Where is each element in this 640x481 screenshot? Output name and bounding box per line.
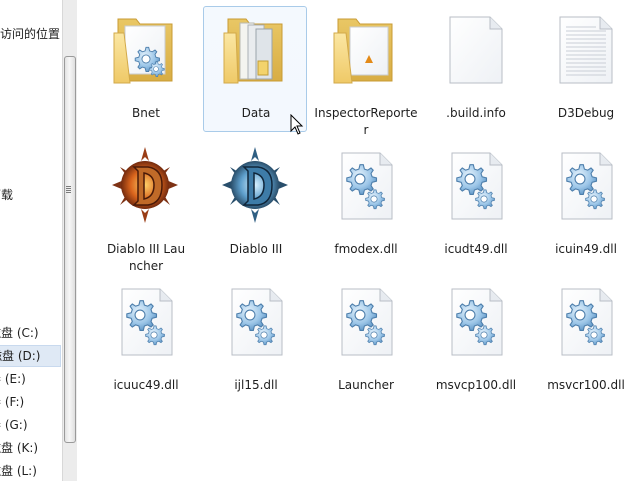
nav-item-label: 磁盘 (D:) (0, 349, 41, 363)
file-view: Bnet Data InspectorReporter .build.info (77, 0, 640, 481)
folder-icon (113, 18, 173, 84)
file-item[interactable]: icuuc49.dll (93, 278, 197, 404)
navigation-pane: 访问的位置 下载 磁盘 (C:) 磁盘 (D:) 卷 (E:) 卷 (F:) 卷… (0, 0, 62, 481)
mouse-pointer-icon (290, 114, 304, 135)
file-name: Diablo III Launcher (106, 242, 186, 273)
nav-item-recent-places[interactable]: 访问的位置 (0, 24, 60, 44)
nav-item-label: 磁盘 (K:) (0, 441, 39, 455)
dll-gear-icon (451, 152, 503, 220)
file-name: msvcr100.dll (547, 378, 625, 392)
nav-item-drive-d[interactable]: 磁盘 (D:) (0, 345, 61, 367)
nav-item-label: 卷 (F:) (0, 395, 25, 409)
file-name: icudt49.dll (444, 242, 508, 256)
file-name: icuuc49.dll (113, 378, 179, 392)
file-name: ijl15.dll (234, 378, 278, 392)
scrollbar-grip-icon (66, 186, 71, 193)
file-item[interactable]: ijl15.dll (203, 278, 307, 404)
nav-item-label: 磁盘 (C:) (0, 326, 39, 340)
file-name: Launcher (338, 378, 394, 392)
file-item[interactable]: .build.info (423, 6, 527, 132)
file-item[interactable]: D3Debug (533, 6, 637, 132)
file-item[interactable]: icudt49.dll (423, 142, 527, 268)
diablo-launcher-icon (112, 147, 178, 223)
nav-item-label: 卷 (E:) (0, 372, 26, 386)
scrollbar-thumb[interactable] (64, 56, 76, 443)
file-item[interactable]: msvcr100.dll (533, 278, 637, 404)
blank-file-icon (449, 16, 503, 84)
file-name: D3Debug (557, 106, 615, 120)
text-file-icon (559, 16, 613, 84)
dll-gear-icon (561, 152, 613, 220)
nav-item-label: 卷 (G:) (0, 418, 28, 432)
nav-item-drive-f[interactable]: 卷 (F:) (0, 392, 24, 412)
file-name: msvcp100.dll (435, 378, 517, 392)
file-name: fmodex.dll (334, 242, 398, 256)
file-name: .build.info (446, 106, 506, 120)
folder-icon (223, 18, 283, 84)
dll-gear-icon (561, 288, 613, 356)
file-item[interactable]: Launcher (313, 278, 417, 404)
dll-gear-icon (231, 288, 283, 356)
file-name: icuin49.dll (555, 242, 617, 256)
file-item[interactable]: Diablo III (203, 142, 307, 268)
file-item[interactable]: fmodex.dll (313, 142, 417, 268)
nav-item-drive-e[interactable]: 卷 (E:) (0, 369, 26, 389)
file-item[interactable]: InspectorReporter (313, 6, 418, 137)
folder-icon (333, 18, 393, 84)
dll-gear-icon (341, 152, 393, 220)
dll-gear-icon (341, 288, 393, 356)
file-item[interactable]: msvcp100.dll (423, 278, 527, 404)
diablo-game-icon (222, 147, 288, 223)
file-name: Diablo III (229, 242, 283, 256)
file-item[interactable]: Diablo III Launcher (93, 142, 197, 273)
nav-item-label: 磁盘 (L:) (0, 464, 37, 478)
nav-scrollbar[interactable] (62, 0, 77, 481)
nav-item-downloads[interactable]: 下载 (0, 185, 13, 205)
nav-item-drive-k[interactable]: 磁盘 (K:) (0, 438, 38, 458)
dll-gear-icon (451, 288, 503, 356)
file-name: InspectorReporter (314, 106, 418, 137)
nav-item-drive-l[interactable]: 磁盘 (L:) (0, 461, 37, 481)
file-item[interactable]: Bnet (93, 6, 197, 132)
nav-item-drive-g[interactable]: 卷 (G:) (0, 415, 28, 435)
nav-item-label: 访问的位置 (0, 27, 61, 41)
file-item[interactable]: icuin49.dll (533, 142, 637, 268)
file-name: Bnet (132, 106, 160, 120)
nav-item-drive-c[interactable]: 磁盘 (C:) (0, 323, 39, 343)
dll-gear-icon (121, 288, 173, 356)
nav-item-label: 下载 (0, 188, 14, 202)
